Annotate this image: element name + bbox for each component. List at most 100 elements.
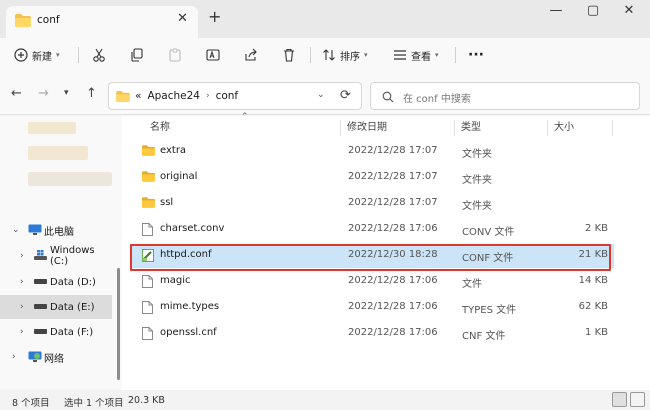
- column-header-type[interactable]: 类型: [461, 116, 481, 140]
- recent-locations-chevron-icon[interactable]: ▾: [64, 87, 69, 100]
- search-input[interactable]: 在 conf 中搜索: [370, 82, 640, 110]
- tab-conf[interactable]: conf ✕: [6, 6, 198, 38]
- chevron-right-icon[interactable]: ›: [20, 327, 24, 337]
- column-header-date[interactable]: 修改日期: [347, 116, 387, 140]
- new-label: 新建: [32, 51, 52, 63]
- file-row[interactable]: openssl.cnf 2022/12/28 17:06 CNF 文件 1 KB: [130, 322, 614, 346]
- forward-arrow-icon[interactable]: →: [38, 87, 49, 100]
- file-date: 2022/12/28 17:07: [348, 197, 438, 208]
- file-size: 62 KB: [578, 301, 608, 312]
- file-size: 1 KB: [585, 327, 608, 338]
- nav-item-data-d[interactable]: › Data (D:): [0, 270, 112, 294]
- status-bar: 8 个项目 选中 1 个项目 20.3 KB: [0, 390, 650, 410]
- nav-scrollbar[interactable]: [117, 268, 120, 380]
- paste-button[interactable]: [168, 45, 182, 65]
- chevron-right-icon[interactable]: ›: [12, 352, 16, 362]
- folder-icon: [142, 171, 155, 185]
- close-tab-icon[interactable]: ✕: [177, 11, 188, 26]
- file-type: TYPES 文件: [462, 305, 517, 316]
- file-date: 2022/12/28 17:06: [348, 223, 438, 234]
- file-row[interactable]: extra 2022/12/28 17:07 文件夹: [130, 140, 614, 164]
- chevron-right-icon[interactable]: ›: [20, 251, 24, 261]
- nav-label: Data (F:): [50, 326, 94, 338]
- nav-item-data-e[interactable]: › Data (E:): [0, 295, 112, 319]
- file-row[interactable]: charset.conv 2022/12/28 17:06 CONV 文件 2 KB: [130, 218, 614, 242]
- column-divider[interactable]: [547, 120, 548, 136]
- file-date: 2022/12/28 17:06: [348, 327, 438, 338]
- address-bar[interactable]: « Apache24 › conf ⌄: [108, 82, 362, 110]
- chevron-right-icon[interactable]: ›: [20, 277, 24, 287]
- chevron-down-icon[interactable]: ⌄: [12, 225, 20, 235]
- nav-item-this-pc[interactable]: ⌄ 此电脑: [0, 218, 112, 242]
- column-divider[interactable]: [454, 120, 455, 136]
- nav-label: Data (D:): [50, 276, 96, 288]
- details-view-button[interactable]: [612, 392, 627, 407]
- file-name: charset.conv: [160, 223, 225, 234]
- nav-item-network[interactable]: › 网络: [0, 345, 112, 369]
- up-arrow-icon[interactable]: ↑: [86, 87, 97, 100]
- maximize-button[interactable]: ▢: [583, 3, 603, 18]
- file-row[interactable]: mime.types 2022/12/28 17:06 TYPES 文件 62 KB: [130, 296, 614, 320]
- file-icon: [142, 327, 153, 343]
- scissors-icon: [93, 48, 105, 62]
- file-name: ssl: [160, 197, 174, 208]
- file-name: magic: [160, 275, 191, 286]
- folder-icon: [142, 145, 155, 159]
- nav-label: Data (E:): [50, 301, 95, 313]
- file-type: 文件夹: [462, 201, 492, 212]
- rename-button[interactable]: [206, 45, 220, 65]
- file-type: 文件夹: [462, 175, 492, 186]
- file-date: 2022/12/28 17:07: [348, 171, 438, 182]
- nav-item-data-f[interactable]: › Data (F:): [0, 320, 112, 344]
- file-name: openssl.cnf: [160, 327, 217, 338]
- column-header-name[interactable]: 名称: [150, 116, 170, 140]
- back-arrow-icon[interactable]: ←: [11, 87, 22, 100]
- network-icon: [28, 351, 42, 362]
- file-icon: [142, 223, 153, 239]
- file-row[interactable]: original 2022/12/28 17:07 文件夹: [130, 166, 614, 190]
- sort-button[interactable]: 排序 ▾: [322, 45, 368, 65]
- item-count: 8 个项目: [12, 398, 50, 409]
- column-header-size[interactable]: 大小: [554, 116, 574, 140]
- breadcrumb-item[interactable]: conf: [216, 90, 239, 102]
- copy-button[interactable]: [130, 45, 144, 65]
- chevron-down-icon: ▾: [435, 51, 439, 59]
- more-options-button[interactable]: ···: [468, 45, 484, 65]
- chevron-right-icon[interactable]: ›: [206, 91, 210, 101]
- breadcrumb-item[interactable]: Apache24: [147, 90, 200, 102]
- chevron-down-icon: ▾: [364, 51, 368, 59]
- divider: [455, 47, 456, 63]
- blurred-quick-access-item[interactable]: [28, 122, 76, 134]
- title-bar: conf ✕ + — ▢ ✕: [0, 0, 650, 38]
- nav-item-windows-c[interactable]: › Windows (C:): [0, 244, 112, 268]
- more-icon: ···: [468, 47, 484, 63]
- blurred-quick-access-item[interactable]: [28, 146, 88, 160]
- tiles-view-button[interactable]: [630, 392, 645, 407]
- file-date: 2022/12/28 17:06: [348, 275, 438, 286]
- view-icon: [394, 50, 406, 60]
- column-divider[interactable]: [612, 120, 613, 136]
- file-icon: [142, 301, 153, 317]
- close-window-button[interactable]: ✕: [619, 3, 639, 18]
- view-button[interactable]: 查看 ▾: [393, 45, 439, 65]
- new-tab-button[interactable]: +: [208, 9, 221, 25]
- delete-button[interactable]: [282, 45, 296, 65]
- column-divider[interactable]: [340, 120, 341, 136]
- file-type: 文件夹: [462, 149, 492, 160]
- refresh-icon[interactable]: ⟳: [340, 88, 351, 103]
- share-button[interactable]: [244, 45, 258, 65]
- tab-title: conf: [37, 14, 60, 26]
- blurred-quick-access-item[interactable]: [28, 172, 112, 186]
- chevron-right-icon[interactable]: ›: [20, 302, 24, 312]
- minimize-button[interactable]: —: [546, 3, 566, 18]
- file-row[interactable]: magic 2022/12/28 17:06 文件 14 KB: [130, 270, 614, 294]
- breadcrumb-overflow[interactable]: «: [135, 90, 141, 102]
- file-name: mime.types: [160, 301, 220, 312]
- windows-drive-icon: [34, 250, 47, 260]
- new-button[interactable]: 新建 ▾: [14, 45, 60, 65]
- copy-icon: [131, 48, 143, 62]
- cut-button[interactable]: [92, 45, 106, 65]
- address-dropdown-chevron-icon[interactable]: ⌄: [317, 90, 325, 100]
- nav-label: 网络: [44, 353, 64, 365]
- file-row[interactable]: ssl 2022/12/28 17:07 文件夹: [130, 192, 614, 216]
